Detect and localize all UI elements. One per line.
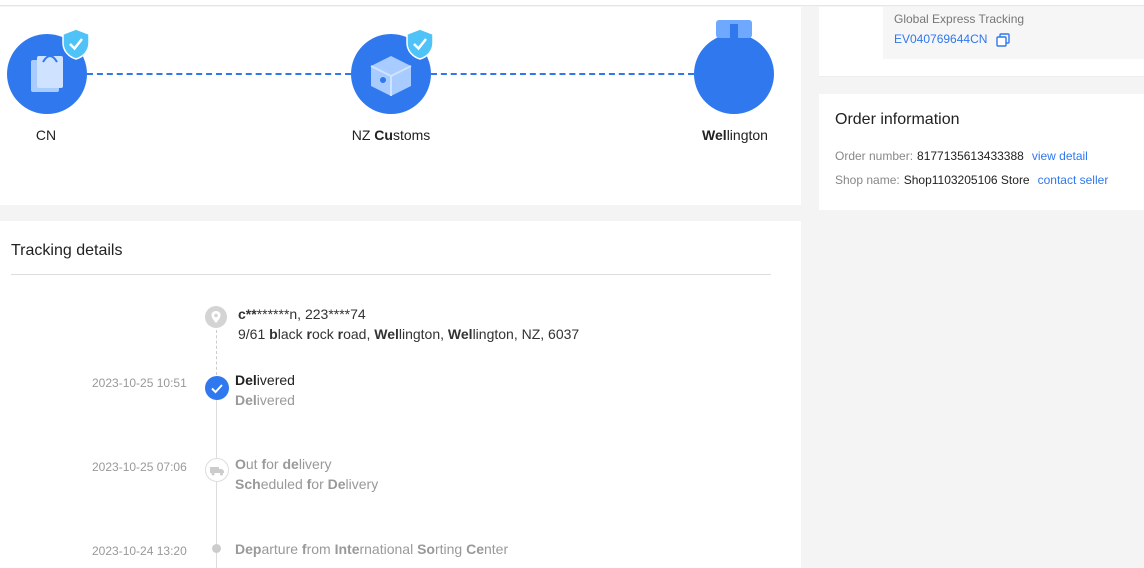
order-info-title: Order information: [835, 111, 960, 128]
text-fragment: rting: [434, 541, 467, 557]
delivered-check-icon: [205, 376, 229, 400]
text-fragment: ut: [245, 456, 262, 472]
verified-check-icon: [62, 28, 90, 60]
shop-name-value: Shop1103205106 Store: [903, 173, 1030, 187]
text-fragment: arture: [261, 541, 302, 557]
truck-icon: [205, 458, 229, 482]
carrier-info-box: Global Express Tracking EV040769644CN: [883, 7, 1144, 59]
text-fragment: stoms: [392, 127, 431, 143]
text-fragment: Ce: [466, 541, 484, 557]
text-fragment: CN: [35, 127, 57, 143]
verified-check-icon: [406, 28, 434, 60]
progress-dashed-line: [431, 73, 694, 75]
location-pin-icon: [205, 306, 227, 328]
event-title: Out for delivery: [235, 456, 332, 472]
text-fragment: lington, NZ, 6037: [472, 326, 580, 342]
timeline-line: [216, 399, 217, 568]
origin-bag-icon: [7, 28, 90, 114]
order-number-value: 8177135613433388: [917, 149, 1024, 163]
shop-name-row: Shop name: Shop1103205106 Store contact se…: [835, 173, 1108, 187]
text-fragment: ivered: [256, 392, 295, 408]
text-fragment: lack: [277, 326, 307, 342]
text-fragment: or: [266, 456, 283, 472]
text-fragment: Wel: [447, 326, 473, 342]
text-fragment: eduled: [260, 476, 307, 492]
text-fragment: rom: [306, 541, 335, 557]
event-title: Departure from International Sorting Cen…: [235, 541, 508, 557]
shipping-progress-card: CN NZ Customs Wellington: [0, 7, 801, 205]
destination-package-icon: [694, 20, 774, 114]
node-label-destination: Wellington: [680, 127, 790, 143]
recipient-address: 9/61 black rock road, Wellington, Wellin…: [238, 326, 579, 342]
event-time: 2023-10-25 10:51: [92, 376, 187, 390]
text-fragment: lington: [726, 127, 768, 143]
text-fragment: or: [311, 476, 328, 492]
node-label-customs: NZ Customs: [331, 127, 451, 143]
text-fragment: ******n, 223****74: [256, 306, 366, 322]
event-time: 2023-10-25 07:06: [92, 460, 187, 474]
event-title: Delivered: [235, 372, 295, 388]
text-fragment: Wel: [702, 127, 727, 143]
top-divider: [0, 0, 1144, 6]
event-subtitle: Scheduled for Delivery: [235, 476, 378, 492]
text-fragment: So: [417, 541, 435, 557]
text-fragment: Wel: [374, 326, 399, 342]
carrier-card: Global Express Tracking EV040769644CN: [819, 7, 1144, 77]
text-fragment: de: [282, 456, 299, 472]
text-fragment: 9/61: [238, 326, 270, 342]
timeline-dot: [212, 544, 221, 553]
text-fragment: Inte: [334, 541, 360, 557]
text-fragment: rnational: [359, 541, 418, 557]
text-fragment: c: [238, 306, 246, 322]
tracking-number-link[interactable]: EV040769644CN: [894, 32, 987, 46]
text-fragment: Sch: [235, 476, 261, 492]
text-fragment: oad,: [343, 326, 375, 342]
text-fragment: O: [235, 456, 246, 472]
text-fragment: lington,: [398, 326, 448, 342]
order-number-row: Order number: 8177135613433388 view detail: [835, 149, 1088, 163]
recipient-name-phone: c********n, 223****74: [238, 306, 366, 322]
event-time: 2023-10-24 13:20: [92, 544, 187, 558]
text-fragment: b: [269, 326, 278, 342]
carrier-name: Global Express Tracking: [894, 12, 1025, 26]
customs-box-icon: [351, 28, 434, 114]
tracking-divider: [11, 274, 771, 275]
text-fragment: ivered: [256, 372, 295, 388]
tracking-details-card: Tracking details c********n, 223****74 9…: [0, 221, 801, 568]
timeline-dashed-connector: [216, 330, 217, 375]
event-subtitle: Delivered: [235, 392, 295, 408]
node-label-origin: CN: [0, 127, 92, 143]
progress-dashed-line: [87, 73, 351, 75]
text-fragment: Del: [235, 372, 257, 388]
text-fragment: De: [327, 476, 346, 492]
text-fragment: Del: [235, 392, 257, 408]
text-fragment: Dep: [235, 541, 262, 557]
tracking-details-title: Tracking details: [11, 242, 123, 259]
order-information-card: Order information Order number: 817713561…: [819, 94, 1144, 210]
text-fragment: Cu: [374, 127, 393, 143]
view-detail-link[interactable]: view detail: [1032, 149, 1088, 163]
text-fragment: livery: [298, 456, 332, 472]
text-fragment: nter: [484, 541, 509, 557]
text-fragment: **: [245, 306, 257, 322]
text-fragment: ock: [311, 326, 338, 342]
contact-seller-link[interactable]: contact seller: [1038, 173, 1109, 187]
shop-name-label: Shop name:: [835, 173, 900, 187]
text-fragment: livery: [345, 476, 379, 492]
copy-icon[interactable]: [996, 33, 1010, 47]
order-number-label: Order number:: [835, 149, 914, 163]
text-fragment: NZ: [351, 127, 375, 143]
